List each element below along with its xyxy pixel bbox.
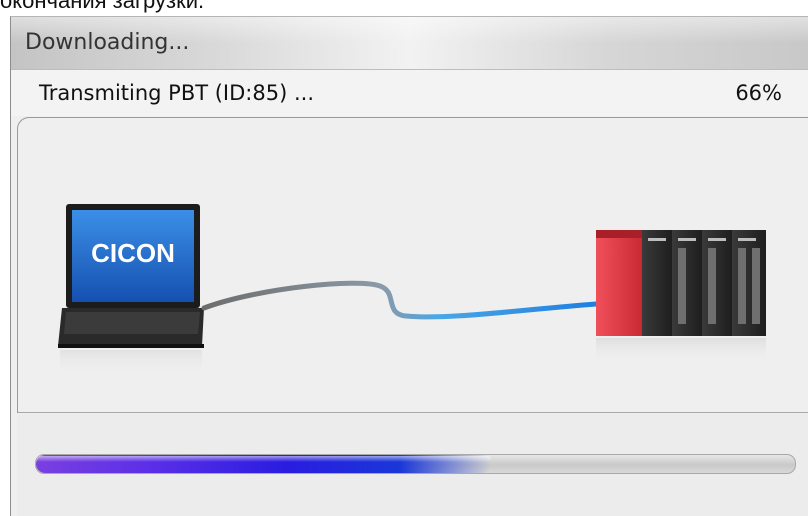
dialog-title: Downloading... [25,30,190,55]
title-bar[interactable]: Downloading... [11,17,808,70]
transfer-illustration: CICON [17,117,808,413]
download-dialog: Downloading... Transmiting PBT (ID:85) .… [10,16,808,516]
status-row: Transmiting PBT (ID:85) ... 66% [11,70,808,116]
document-caption: окончания загрузки. [0,0,205,13]
progress-bar-fill [36,455,492,473]
plc-rack-icon [596,230,766,364]
laptop-logo-text: CICON [91,238,175,268]
progress-area [17,414,808,516]
status-message: Transmiting PBT (ID:85) ... [39,81,314,105]
progress-bar [35,454,796,474]
laptop-icon: CICON [58,204,204,376]
cable-icon [201,280,599,320]
progress-percent: 66% [735,81,782,105]
transfer-graphic: CICON [58,204,766,376]
